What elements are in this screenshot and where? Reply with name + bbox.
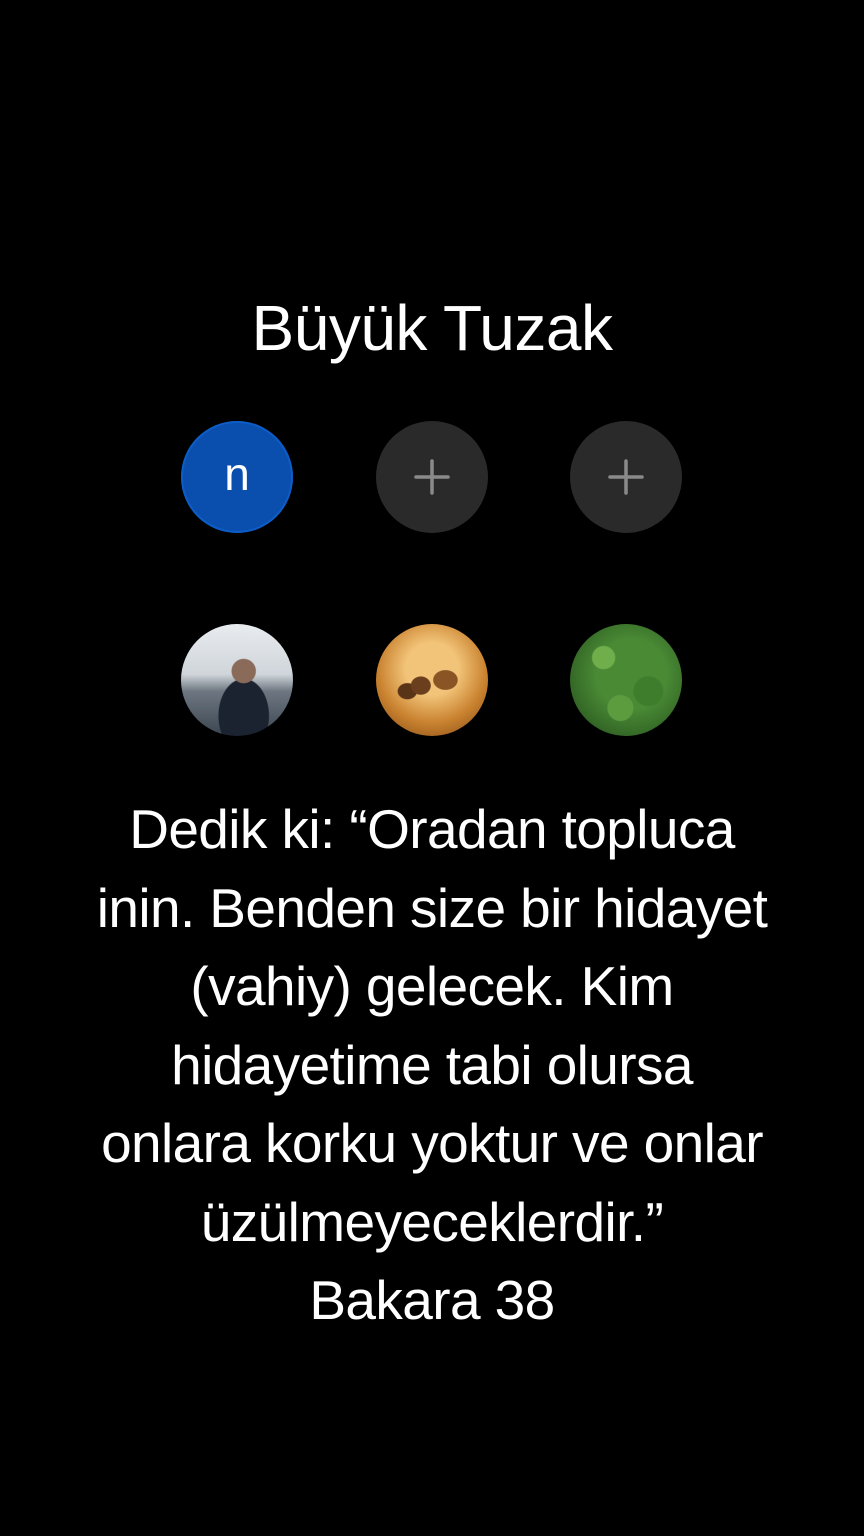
page-title: Büyük Tuzak <box>251 292 613 364</box>
verse-line: onlara korku yoktur ve onlar <box>101 1112 763 1174</box>
verse-line: üzülmeyeceklerdir.” <box>200 1190 664 1253</box>
account-initial: n <box>224 448 250 500</box>
verse-line: inin. Benden size bir hidayet <box>96 876 768 939</box>
add-account-button[interactable] <box>376 421 488 533</box>
verse-line: hidayetime tabi olursa <box>171 1033 693 1096</box>
verse-text: Dedik ki: “Oradan topluca inin. Benden s… <box>0 790 864 1340</box>
account-button[interactable]: n <box>181 421 293 533</box>
verse-line: (vahiy) gelecek. Kim <box>190 955 674 1017</box>
green-field-avatar[interactable] <box>570 624 682 736</box>
plus-icon <box>414 459 450 495</box>
desert-scene-avatar[interactable] <box>376 624 488 736</box>
verse-line: Dedik ki: “Oradan topluca <box>129 798 735 860</box>
plus-icon <box>608 459 644 495</box>
verse-reference: Bakara 38 <box>309 1269 555 1331</box>
add-account-button[interactable] <box>570 421 682 533</box>
account-switcher-row: n <box>0 421 864 535</box>
person-photo-avatar[interactable] <box>181 624 293 736</box>
profile-avatar-row <box>0 624 864 738</box>
